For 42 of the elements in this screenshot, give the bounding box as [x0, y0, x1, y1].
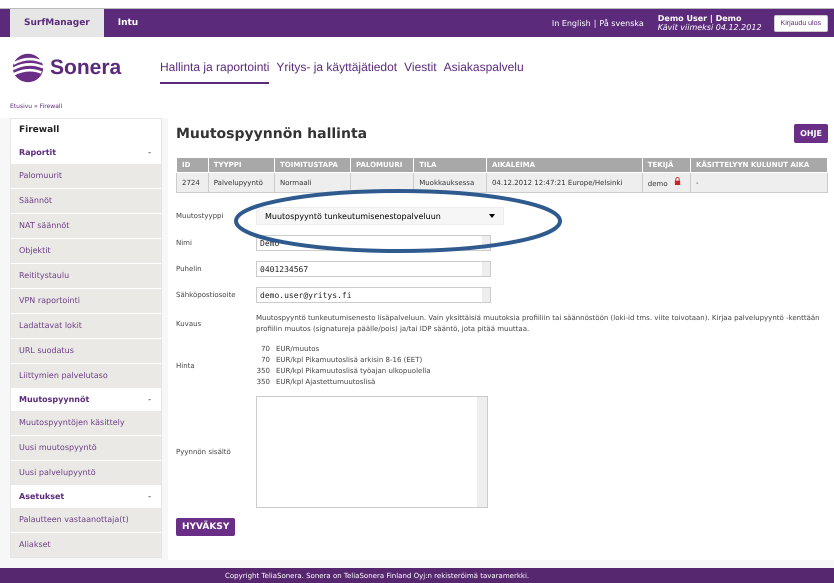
- sidebar-item[interactable]: Objektit: [11, 238, 161, 263]
- separator-text: |: [594, 18, 596, 28]
- group-label: Asetukset: [19, 492, 64, 500]
- user-name: Demo User | Demo: [658, 14, 742, 23]
- sidebar-item[interactable]: NAT säännöt: [11, 213, 161, 238]
- sidebar-item[interactable]: Reititystaulu: [11, 263, 161, 288]
- type-dropdown[interactable]: Muutospyyntö tunkeutumisenestopalveluun: [256, 207, 504, 225]
- sidebar-item[interactable]: Muutospyyntöjen käsittely: [11, 410, 161, 435]
- sphere-logo-icon: [10, 52, 46, 84]
- logo-text: Sonera: [50, 56, 122, 80]
- sidebar-item[interactable]: Säännöt: [11, 188, 161, 213]
- sidebar-item[interactable]: URL suodatus: [11, 338, 161, 363]
- sidebar-item[interactable]: Palautteen vastaanottaja(t): [11, 507, 161, 532]
- sidebar-item[interactable]: Palomuurit: [11, 163, 161, 188]
- caret-icon: [489, 214, 495, 218]
- submit-button[interactable]: HYVÄKSY: [176, 518, 236, 536]
- text-area[interactable]: [256, 396, 488, 508]
- nav-tab[interactable]: Viestit: [404, 52, 437, 84]
- nav-tab[interactable]: Asiakaspalvelu: [444, 52, 524, 84]
- input-field[interactable]: demo.user@yritys.fi: [256, 287, 491, 303]
- sidebar-title: Firewall: [18, 124, 60, 137]
- sidebar-item[interactable]: Aliakset: [11, 532, 161, 557]
- help-button[interactable]: OHJE: [794, 124, 828, 143]
- sidebar-item[interactable]: VPN raportointi: [11, 288, 161, 313]
- collapse-toggle[interactable]: -: [148, 394, 151, 404]
- language-link[interactable]: In English: [552, 18, 591, 28]
- sidebar-item[interactable]: Uusi muutospyyntö: [11, 435, 161, 460]
- collapse-toggle[interactable]: -: [148, 492, 151, 500]
- nav-tab[interactable]: Hallinta ja raportointi: [160, 52, 270, 84]
- nav-tab[interactable]: Yritys- ja käyttäjätiedot: [276, 52, 398, 84]
- app-tab[interactable]: SurfManager: [10, 9, 104, 37]
- sidebar-item[interactable]: Uusi palvelupyyntö: [11, 460, 161, 485]
- input-field[interactable]: 0401234567: [256, 261, 491, 277]
- collapse-toggle[interactable]: -: [148, 148, 151, 156]
- last-visit-text: Kävit viimeksi 04.12.2012: [658, 23, 762, 32]
- language-link[interactable]: På svenska: [599, 18, 644, 28]
- sidebar-item[interactable]: Liittymien palvelutaso: [11, 363, 161, 388]
- sidebar-item[interactable]: Ladattavat lokit: [11, 313, 161, 338]
- group-label: Raportit: [19, 148, 56, 156]
- app-tab[interactable]: Intu: [104, 9, 152, 37]
- page-title: Muutospyynnön hallinta: [176, 126, 368, 142]
- group-label: Muutospyynnöt: [19, 394, 90, 404]
